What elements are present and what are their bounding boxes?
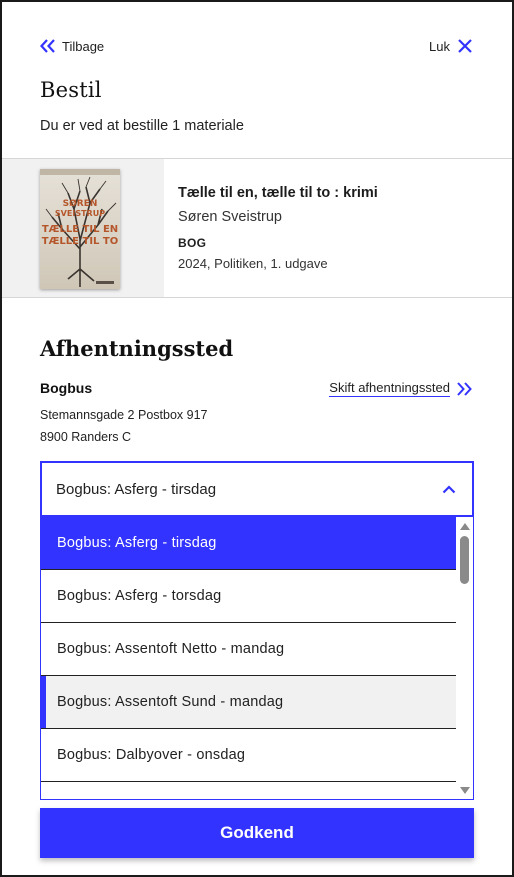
- svg-text:SVEISTRUP: SVEISTRUP: [55, 209, 105, 218]
- material-info: Tælle til en, tælle til to : krimi Søren…: [164, 159, 378, 297]
- top-bar: Tilbage Luk: [40, 35, 472, 57]
- double-chevron-left-icon: [40, 39, 56, 53]
- page-subtitle: Du er ved at bestille 1 materiale: [40, 118, 244, 134]
- order-modal: Tilbage Luk Bestil Du er ved at bestille…: [0, 0, 514, 877]
- address-line-1: Stemannsgade 2 Postbox 917: [40, 408, 208, 422]
- change-pickup-link[interactable]: Skift afhentningssted: [329, 380, 472, 397]
- chevron-up-icon: [442, 484, 456, 494]
- back-link[interactable]: Tilbage: [40, 39, 104, 54]
- approve-button[interactable]: Godkend: [40, 808, 474, 858]
- pickup-option[interactable]: Bogbus: Assentoft Netto - mandag: [41, 623, 457, 676]
- pickup-option[interactable]: Bogbus: Dalbyover - onsdag: [41, 729, 457, 782]
- scroll-down-arrow-icon[interactable]: [460, 787, 470, 794]
- pickup-option-label: Bogbus: Asferg - tirsdag: [57, 535, 217, 551]
- pickup-option-label: Bogbus: Dalbyover - onsdag: [57, 747, 246, 763]
- pickup-section-title: Afhentningssted: [40, 336, 234, 361]
- pickup-options-list[interactable]: Bogbus: Dalbyover - onsdag Bogbus: Assent…: [40, 517, 474, 800]
- close-link[interactable]: Luk: [429, 39, 472, 54]
- book-cover: SØREN SVEISTRUP TÆLLE TIL EN TÆLLE TIL T…: [40, 169, 120, 289]
- branch-name: Bogbus: [40, 380, 93, 396]
- pickup-option[interactable]: Bogbus: Asferg - tirsdag: [41, 517, 457, 570]
- material-author: Søren Sveistrup: [178, 209, 282, 225]
- pickup-select[interactable]: Bogbus: Asferg - tirsdag: [40, 461, 474, 517]
- pickup-option[interactable]: Bogbus: Assentoft Sund - mandag: [41, 676, 457, 729]
- pickup-select-value: Bogbus: Asferg - tirsdag: [56, 480, 217, 498]
- close-icon: [458, 39, 472, 53]
- scroll-up-arrow-icon[interactable]: [460, 523, 470, 530]
- material-cover-area: SØREN SVEISTRUP TÆLLE TIL EN TÆLLE TIL T…: [2, 159, 164, 297]
- close-label: Luk: [429, 38, 450, 54]
- material-row: SØREN SVEISTRUP TÆLLE TIL EN TÆLLE TIL T…: [2, 158, 512, 298]
- pickup-option-label: Bogbus: Assentoft Netto - mandag: [57, 641, 285, 657]
- pickup-option[interactable]: Bogbus: Asferg - torsdag: [41, 570, 457, 623]
- svg-text:SØREN: SØREN: [63, 198, 98, 209]
- double-chevron-right-icon: [456, 381, 472, 396]
- material-title: Tælle til en, tælle til to : krimi: [178, 185, 378, 201]
- change-pickup-label: Skift afhentningssted: [329, 380, 450, 397]
- material-edition: 2024, Politiken, 1. udgave: [178, 256, 328, 271]
- pickup-option-label: Bogbus: Asferg - torsdag: [57, 588, 222, 604]
- svg-text:TÆLLE TIL TO: TÆLLE TIL TO: [42, 236, 118, 247]
- page-title: Bestil: [40, 78, 102, 102]
- scroll-thumb[interactable]: [460, 536, 469, 584]
- material-type: BOG: [178, 236, 207, 250]
- svg-text:TÆLLE TIL EN: TÆLLE TIL EN: [42, 224, 118, 235]
- address-line-2: 8900 Randers C: [40, 430, 132, 444]
- back-label: Tilbage: [62, 38, 105, 54]
- pickup-option-label: Bogbus: Assentoft Sund - mandag: [57, 694, 284, 710]
- options-scrollbar[interactable]: [456, 517, 473, 799]
